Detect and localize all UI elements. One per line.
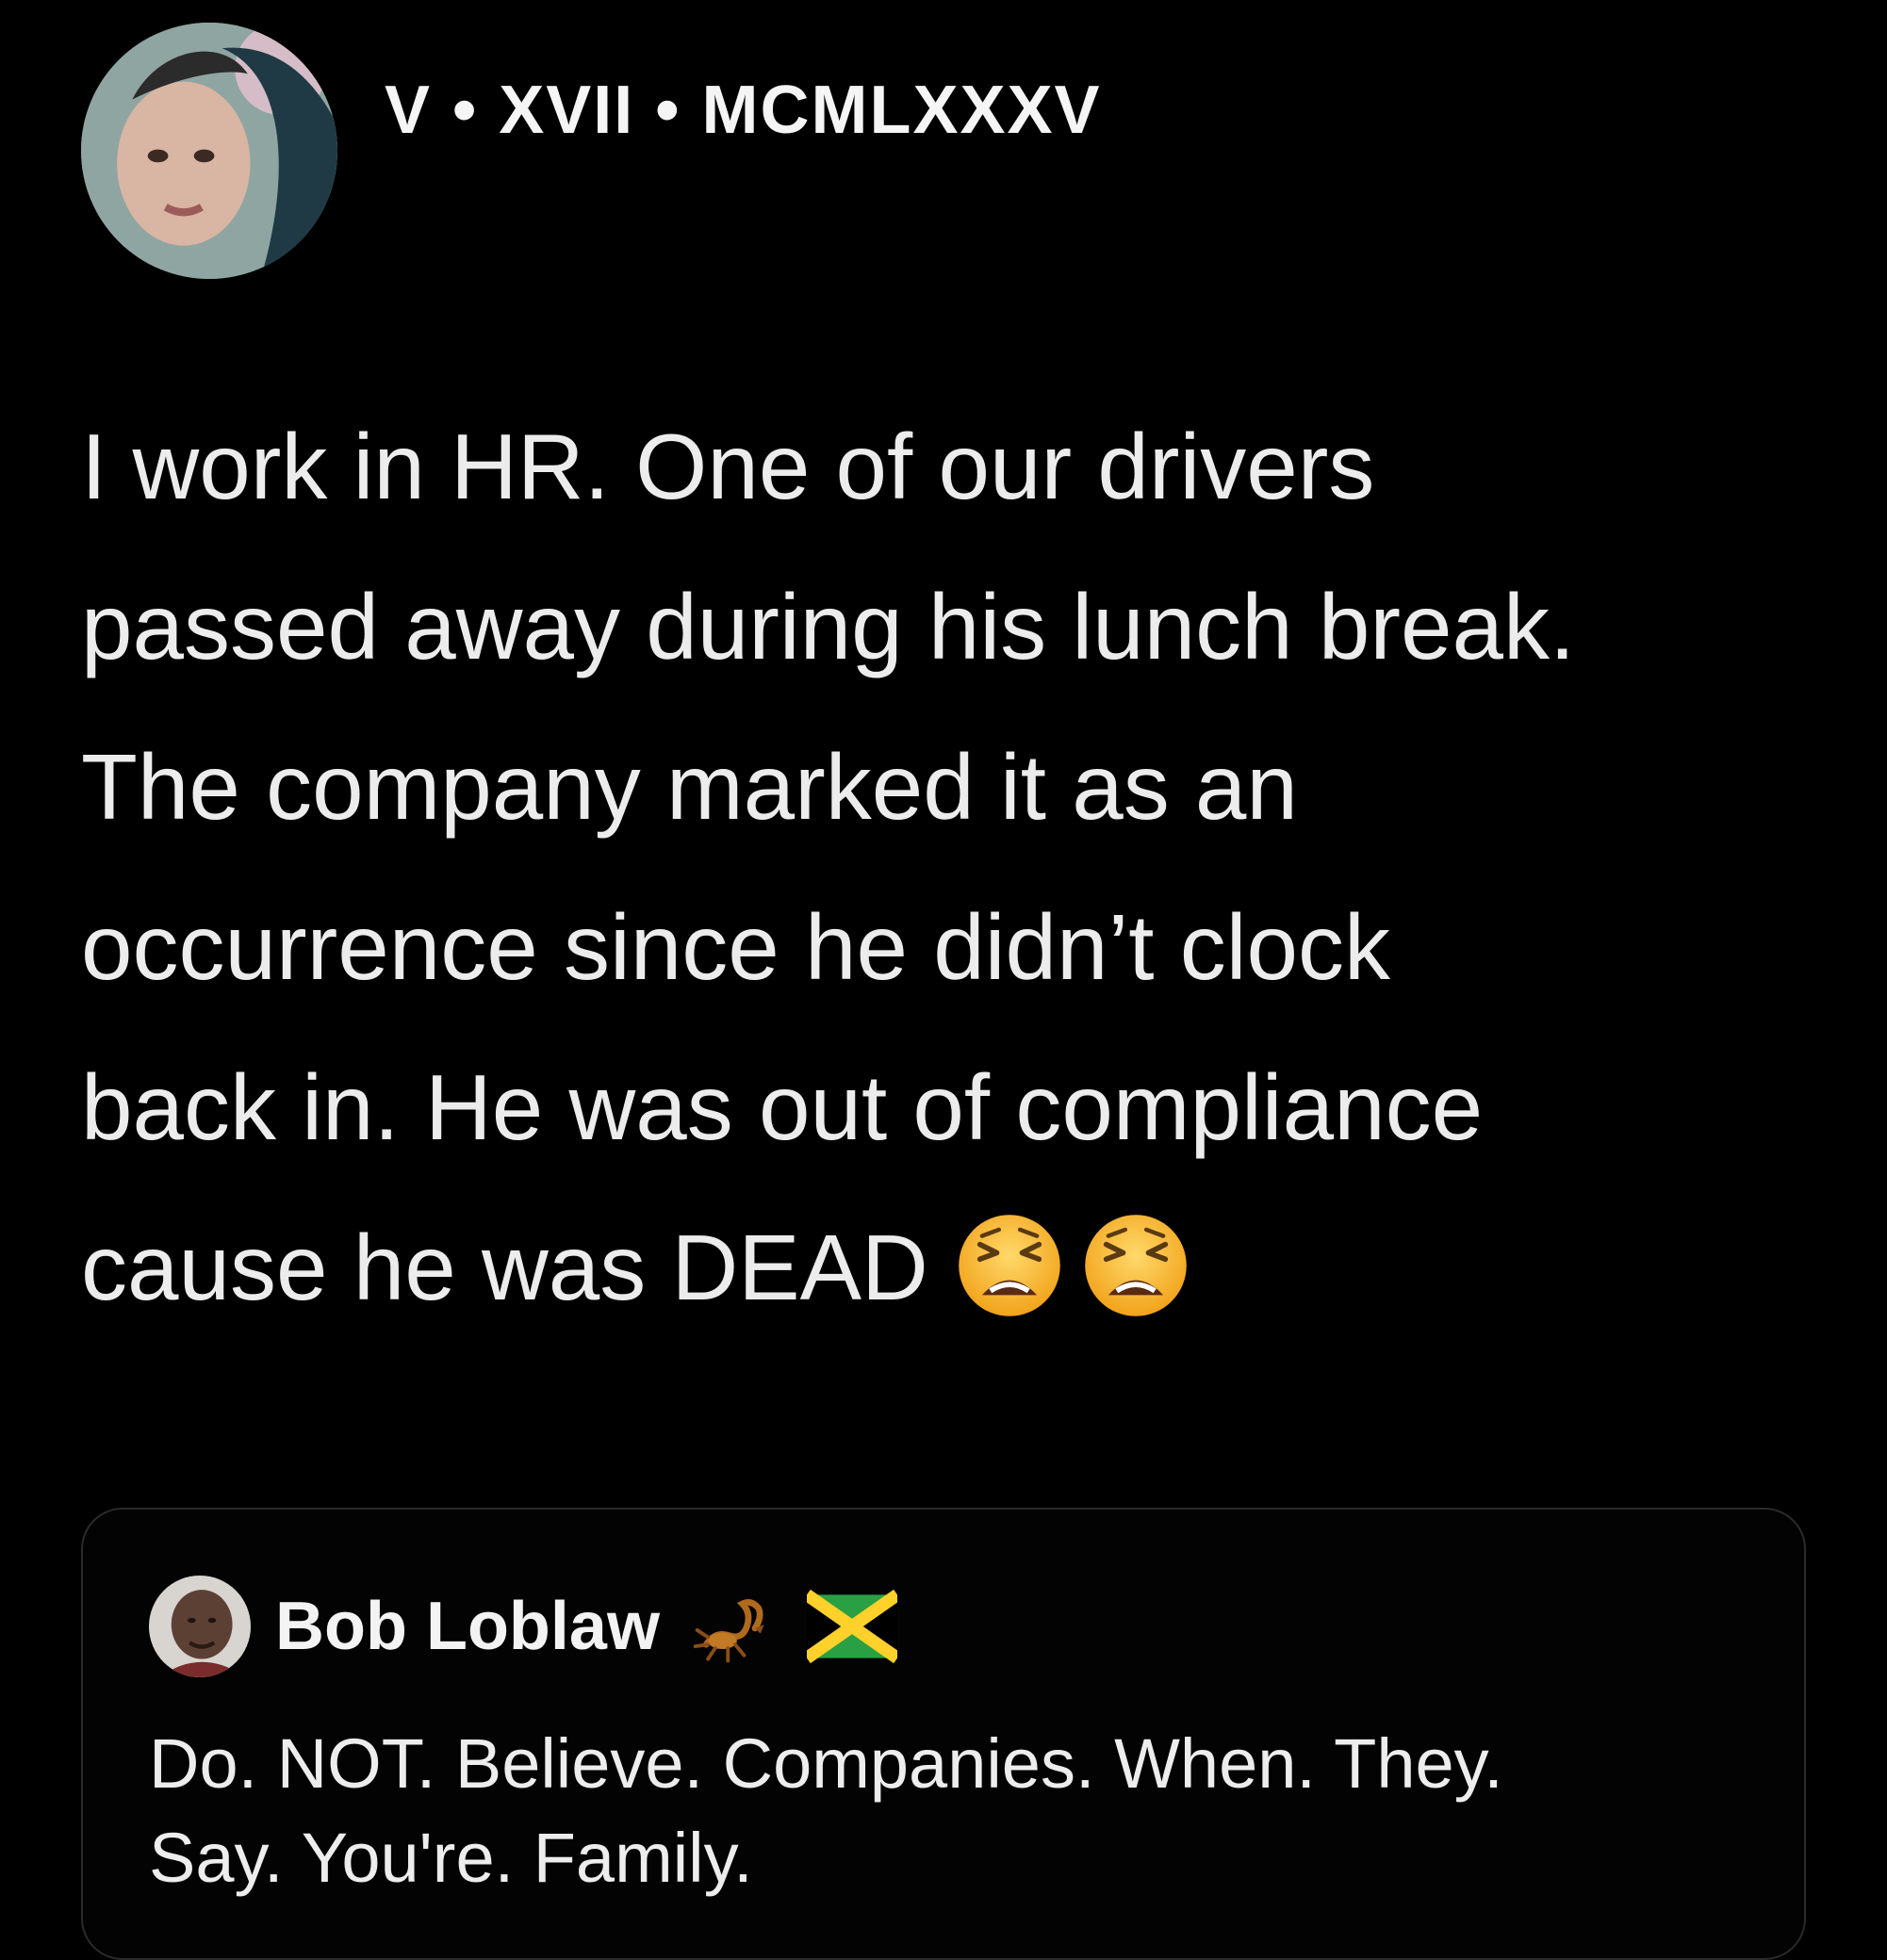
post-text-last-line: cause he was DEAD [81,1187,1815,1348]
post-text-line: cause he was DEAD [81,1216,928,1319]
post-text: I work in HR. One of our drivers passed … [81,386,1815,1348]
weary-face-emoji-icon [957,1213,1062,1318]
quoted-text-line: Say. You're. Family. [149,1819,753,1897]
profile-photo-icon [149,1576,251,1677]
emoji-row [957,1213,1189,1318]
quoted-author-name[interactable]: Bob Loblaw [275,1588,660,1665]
post-text-line: passed away during his lunch break. [81,575,1576,678]
post-text-line: occurrence since he didn’t clock [81,895,1391,999]
quoted-post-text: Do. NOT. Believe. Companies. When. They.… [149,1717,1751,1905]
profile-photo-icon [81,23,337,279]
post-text-line: I work in HR. One of our drivers [81,415,1375,518]
post-header: V • XVII • MCMLXXXV [81,23,1102,279]
post-text-line: The company marked it as an [81,735,1298,839]
quoted-text-line: Do. NOT. Believe. Companies. When. They. [149,1724,1503,1803]
weary-face-emoji-icon [1083,1213,1189,1318]
author-avatar[interactable] [81,23,337,279]
post-text-line: back in. He was out of compliance [81,1055,1484,1159]
quoted-post-card[interactable]: Bob Loblaw Do. NOT. Believe. Companies. … [81,1508,1806,1960]
jamaica-flag-emoji-icon [806,1581,897,1672]
scorpion-emoji-icon [688,1581,779,1672]
quoted-author-avatar[interactable] [149,1576,251,1677]
author-display-name[interactable]: V • XVII • MCMLXXXV [385,72,1102,149]
quoted-post-header: Bob Loblaw [149,1576,897,1677]
